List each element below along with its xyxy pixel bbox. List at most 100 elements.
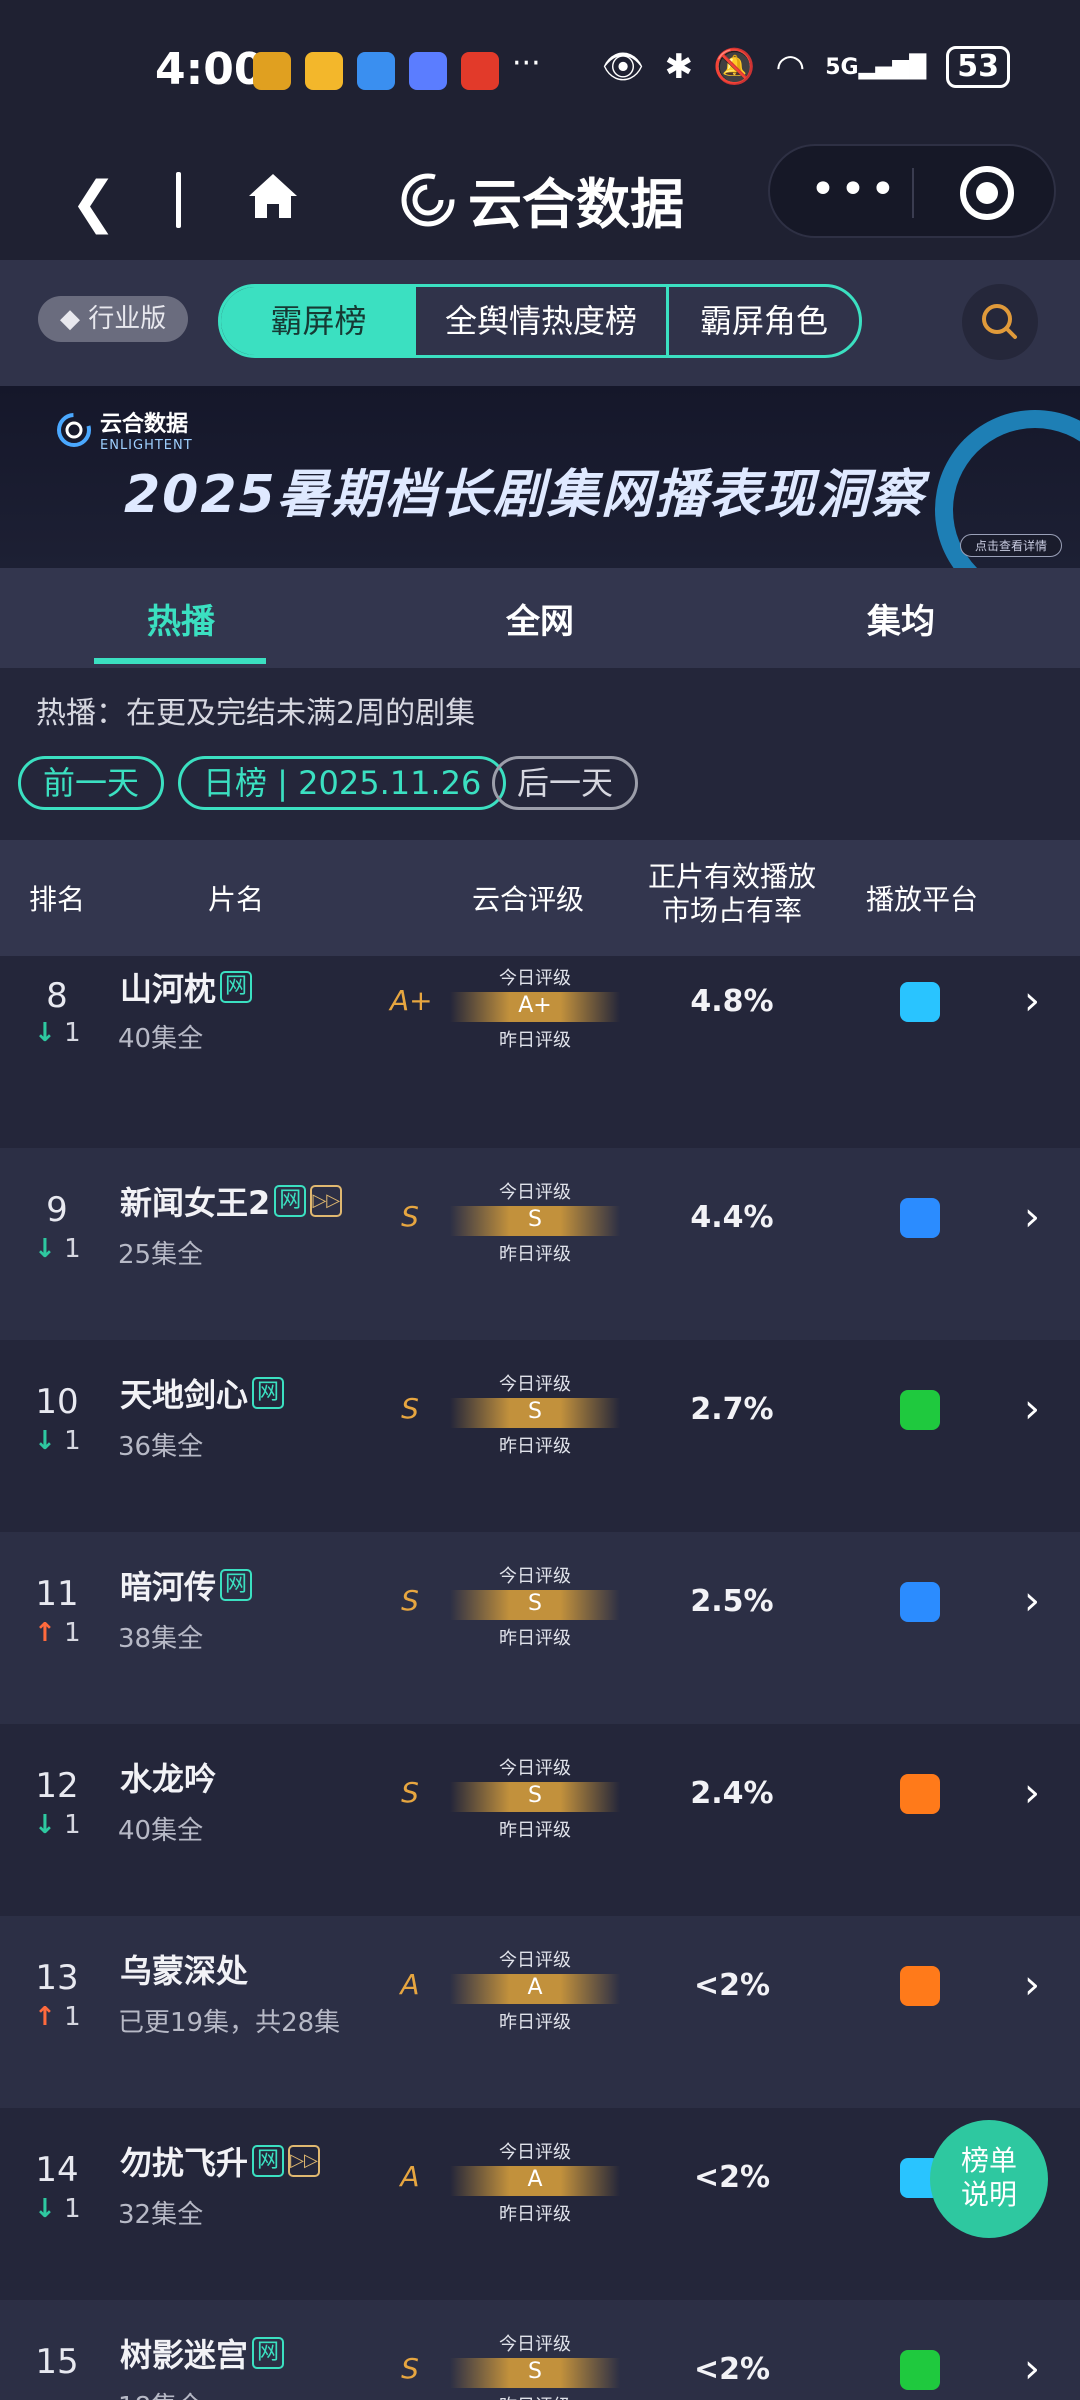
col-grade: 云合评级 (471, 883, 584, 916)
more-icon[interactable]: ••• (810, 164, 900, 215)
eye-icon: 👁 (601, 47, 645, 87)
today-grade-label: 今日评级 (499, 1374, 571, 1395)
table-row[interactable]: 12 ↓ 1 水龙吟 40集全 S 今日评级 S 昨日评级 2.4% › (0, 1724, 1080, 1916)
cloud-app-icon (357, 52, 395, 90)
episode-info: 已更19集，共28集 (118, 2008, 341, 2038)
show-name: 乌蒙深处 (120, 1952, 249, 1990)
show-name: 勿扰飞升 (120, 2144, 249, 2182)
brand-title: 云合数据 (400, 160, 684, 239)
rank-change: ↑ 1 (34, 1618, 81, 1648)
yesterday-grade-label: 昨日评级 (499, 1244, 571, 1265)
episode-info: 40集全 (118, 1024, 204, 1054)
rank-number: 13 (35, 1958, 79, 1998)
tab-per-episode[interactable]: 集均 (867, 594, 935, 643)
episode-info: 36集全 (118, 1432, 204, 1462)
today-grade: S (528, 2359, 542, 2384)
today-grade-label: 今日评级 (499, 2334, 571, 2355)
chevron-right-icon[interactable]: › (1024, 1770, 1040, 1816)
rank-number: 10 (35, 1382, 79, 1422)
arrow-down-icon: ↓ (34, 1810, 56, 1840)
mute-icon: 🔕 (713, 47, 756, 87)
table-row[interactable]: 15 树影迷宫网 18集全 S 今日评级 S 昨日评级 <2% › (0, 2300, 1080, 2400)
chevron-right-icon[interactable]: › (1024, 1578, 1040, 1624)
promo-banner[interactable]: 云合数据 ENLIGHTENT 2025暑期档长剧集网播表现洞察 点击查看详情 (0, 386, 1080, 568)
tab-all-network[interactable]: 全网 (506, 594, 574, 643)
table-row[interactable]: 14↓ 1勿扰飞升网▷▷32集全A今日评级A昨日评级<2%› (0, 2108, 1080, 2300)
yesterday-grade-label: 昨日评级 (450, 2392, 620, 2400)
explanation-line1: 榜单 (960, 2144, 1017, 2177)
table-row[interactable]: 13 ↑ 1 乌蒙深处 已更19集，共28集 A 今日评级 A 昨日评级 <2% › (0, 1916, 1080, 2108)
episode-info: 40集全 (118, 1816, 204, 1846)
today-grade: S (528, 1207, 542, 1232)
tab-public-opinion[interactable]: 全舆情热度榜 (416, 287, 669, 355)
mango-platform-icon (900, 1774, 940, 1814)
table-header: 排名 片名 云合评级 正片有效播放 市场占有率 播放平台 (0, 840, 1080, 956)
capsule-divider (912, 168, 914, 218)
grade-value: A+ (390, 984, 433, 1017)
tab-hot[interactable]: 热播 (147, 594, 215, 643)
show-title: 新闻女王2 网 ▷▷ (120, 1178, 343, 1224)
chevron-right-icon[interactable]: › (1024, 1386, 1040, 1432)
market-share: 2.5% (690, 1584, 774, 1619)
next-day-button[interactable]: 后一天 (492, 756, 639, 810)
system-status-icons: 👁 ✱ 🔕 ◠ 5G▂▄▆█ 53 (601, 46, 1010, 88)
grade-value: S (401, 1200, 419, 1233)
market-share: 2.4% (690, 1776, 774, 1811)
close-miniapp-icon[interactable] (960, 166, 1014, 220)
grade-value: S (401, 1392, 419, 1425)
table-row[interactable]: 8 ↓ 1 山河枕网 40集全 A+ 今日评级 A+ 昨日评级 4.8% › (0, 956, 1080, 1148)
grade-trend: 今日评级 A 昨日评级 (450, 2138, 620, 2225)
grade-value: S (401, 2352, 419, 2385)
date-selector[interactable]: 日榜 | 2025.11.26 (178, 756, 507, 810)
show-title: 水龙吟 (120, 1754, 216, 1800)
market-share: <2% (693, 1968, 771, 2003)
rank-change-value: 1 (64, 1018, 81, 1048)
more-notifications-icon: ··· (512, 46, 541, 81)
show-name: 天地剑心 (120, 1376, 249, 1414)
market-share: 4.4% (690, 1200, 774, 1235)
banner-brand-en: ENLIGHTENT (100, 438, 193, 453)
today-grade-label: 今日评级 (499, 2142, 571, 2163)
rank-number: 9 (46, 1190, 68, 1230)
search-icon[interactable] (962, 284, 1038, 360)
show-name: 暗河传 (120, 1568, 217, 1606)
music-app-icon (409, 52, 447, 90)
youku-platform-icon (900, 1198, 940, 1238)
rank-change: ↑ 1 (34, 2002, 81, 2032)
col-share-line1: 正片有效播放 (647, 860, 816, 893)
rank-change: ↓ 1 (34, 1234, 81, 1264)
table-row[interactable]: 11 ↑ 1 暗河传网 38集全 S 今日评级 S 昨日评级 2.5% › (0, 1532, 1080, 1724)
chevron-right-icon[interactable]: › (1024, 978, 1040, 1024)
list-note: 热播：在更及完结未满2周的剧集 (36, 696, 476, 731)
today-grade-label: 今日评级 (499, 1950, 571, 1971)
bluetooth-icon: ✱ (664, 47, 694, 87)
table-row[interactable]: 10 ↓ 1 天地剑心网 36集全 S 今日评级 S 昨日评级 2.7% › (0, 1340, 1080, 1532)
show-title: 山河枕网 (120, 964, 253, 1010)
today-grade: S (528, 1783, 542, 1808)
chevron-right-icon[interactable]: › (1024, 2346, 1040, 2392)
battery-icon: 53 (946, 46, 1010, 88)
rank-number: 14 (35, 2150, 79, 2190)
grade-value: S (401, 1776, 419, 1809)
chevron-right-icon[interactable]: › (1024, 1194, 1040, 1240)
prev-day-button[interactable]: 前一天 (18, 756, 165, 810)
explanation-line2: 说明 (960, 2178, 1017, 2211)
ranking-explanation-button[interactable]: 榜单 说明 (930, 2120, 1048, 2238)
ranking-type-bar: ◆ 行业版 霸屏榜 全舆情热度榜 霸屏角色 (0, 260, 1080, 386)
table-row[interactable]: 9 ↓ 1 新闻女王2 网 ▷▷ 25集全 S 今日评级 S 昨日评级 4.4% › (0, 1148, 1080, 1340)
today-grade-label: 今日评级 (499, 1566, 571, 1587)
tab-screen-roles[interactable]: 霸屏角色 (669, 287, 859, 355)
web-series-badge: 网 (252, 2145, 285, 2177)
col-share: 正片有效播放 市场占有率 (640, 860, 824, 928)
banner-cta[interactable]: 点击查看详情 (960, 534, 1063, 557)
chevron-right-icon[interactable]: › (1024, 1962, 1040, 2008)
show-name: 水龙吟 (120, 1760, 217, 1798)
today-grade: S (528, 1591, 542, 1616)
wifi-icon: ◠ (775, 47, 806, 87)
youku-platform-icon (900, 1582, 940, 1622)
home-icon[interactable] (245, 168, 301, 228)
ting-app-icon (461, 52, 499, 90)
industry-edition-button[interactable]: ◆ 行业版 (38, 296, 189, 342)
tab-screen-dominance[interactable]: 霸屏榜 (221, 287, 416, 355)
back-icon[interactable]: ❮ (70, 170, 117, 235)
